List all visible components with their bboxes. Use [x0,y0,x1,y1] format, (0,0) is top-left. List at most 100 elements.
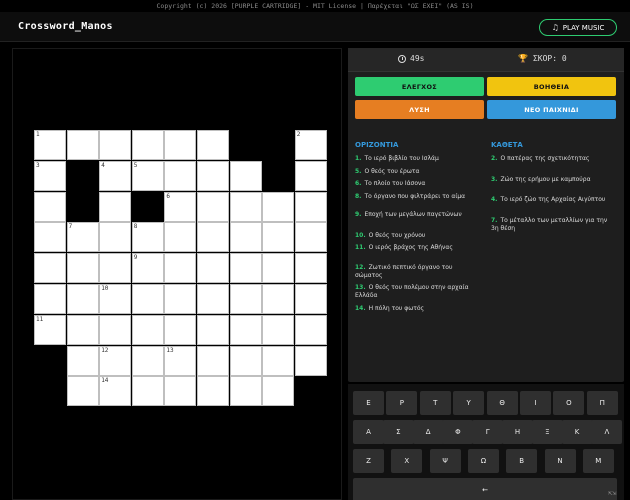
grid-cell[interactable] [294,222,327,253]
solve-button[interactable]: ΛΥΣΗ [355,100,484,119]
check-button[interactable]: ΕΛΕΓΧΟΣ [355,77,484,96]
grid-cell[interactable] [66,314,99,345]
grid-cell[interactable] [294,284,327,314]
grid-cell[interactable] [262,253,295,284]
grid-cell[interactable]: 4 [99,160,132,191]
grid-cell[interactable]: 2 [294,130,327,160]
grid-cell[interactable] [229,191,262,222]
grid-cell[interactable] [229,314,262,345]
keyboard-key[interactable]: Γ [472,420,504,444]
keyboard-key[interactable]: Υ [453,391,485,415]
keyboard-key[interactable]: Ο [553,391,585,415]
grid-cell[interactable] [262,345,295,376]
grid-cell[interactable]: 9 [131,253,164,284]
grid-cell[interactable] [99,314,132,345]
clue-item[interactable]: 6. Το πλοίο του Ιάσονα [355,180,479,188]
grid-cell[interactable] [197,284,229,314]
grid-cell[interactable]: 12 [99,345,132,376]
grid-cell[interactable]: 8 [131,222,164,253]
keyboard-key[interactable]: Τ [419,391,451,415]
grid-cell[interactable]: 11 [34,314,66,345]
grid-cell[interactable] [66,253,99,284]
clue-item[interactable]: 5. Ο θεός του έρωτα [355,168,479,176]
new-game-button[interactable]: ΝΕΟ ΠΑΙΧΝΙΔΙ [487,100,616,119]
keyboard-key[interactable]: Φ [442,420,474,444]
grid-cell[interactable] [164,376,197,407]
grid-cell[interactable] [164,253,197,284]
keyboard-key[interactable]: Χ [391,449,423,473]
grid-cell[interactable] [99,191,132,222]
keyboard-key[interactable]: Ξ [531,420,563,444]
grid-cell[interactable] [294,253,327,284]
grid-cell[interactable] [99,253,132,284]
clue-item[interactable]: 8. Το όργανο που φιλτράρει το αίμα [355,193,479,201]
grid-cell[interactable] [164,314,197,345]
grid-cell[interactable] [197,191,229,222]
keyboard-key[interactable]: Λ [591,420,623,444]
keyboard-key[interactable]: Ζ [353,449,384,473]
clue-item[interactable]: 12. Ζωτικό πεπτικό όργανο του σώματος [355,264,479,280]
grid-cell[interactable] [164,284,197,314]
clue-item[interactable]: 4. Το ιερό ζώο της Αρχαίας Αιγύπτου [491,196,616,204]
grid-cell[interactable] [229,160,262,191]
grid-cell[interactable] [197,253,229,284]
grid-cell[interactable] [229,376,262,407]
keyboard-key[interactable]: Ν [544,449,576,473]
grid-cell[interactable]: 3 [34,160,66,191]
grid-cell[interactable] [294,345,327,376]
grid-cell[interactable] [34,253,66,284]
grid-cell[interactable]: 7 [66,222,99,253]
grid-cell[interactable] [197,376,229,407]
grid-cell[interactable] [66,376,99,407]
keyboard-key[interactable]: Θ [486,391,518,415]
grid-cell[interactable]: 5 [131,160,164,191]
grid-cell[interactable] [66,130,99,160]
keyboard-key[interactable]: Ω [467,449,499,473]
grid-cell[interactable] [164,160,197,191]
keyboard-key[interactable]: Σ [382,420,414,444]
keyboard-key[interactable]: Ρ [386,391,418,415]
grid-cell[interactable]: 14 [99,376,132,407]
keyboard-key[interactable]: Ψ [429,449,461,473]
keyboard-key[interactable]: Α [353,420,384,444]
keyboard-key[interactable]: Ι [520,391,551,415]
keyboard-key[interactable]: Π [586,391,618,415]
grid-cell[interactable] [262,222,295,253]
keyboard-key[interactable]: Δ [412,420,444,444]
grid-cell[interactable]: 10 [99,284,132,314]
grid-cell[interactable] [131,345,164,376]
grid-cell[interactable] [197,160,229,191]
clue-item[interactable]: 1. Το ιερό βιβλίο του Ισλάμ [355,155,479,163]
grid-cell[interactable] [34,284,66,314]
grid-cell[interactable] [294,314,327,345]
keyboard-key[interactable]: Η [502,420,533,444]
grid-cell[interactable] [197,130,229,160]
play-music-button[interactable]: ♫ PLAY MUSIC [539,19,617,36]
grid-cell[interactable] [197,314,229,345]
grid-cell[interactable] [197,222,229,253]
grid-cell[interactable] [262,314,295,345]
grid-cell[interactable] [262,376,295,407]
grid-cell[interactable] [131,314,164,345]
clue-item[interactable]: 14. Η πόλη του φωτός [355,305,479,313]
keyboard-key[interactable]: Μ [582,449,614,473]
grid-cell[interactable] [131,284,164,314]
grid-cell[interactable] [229,253,262,284]
grid-cell[interactable] [294,191,327,222]
keyboard-key[interactable]: Ε [353,391,384,415]
grid-cell[interactable] [66,345,99,376]
grid-cell[interactable] [262,284,295,314]
grid-cell[interactable] [229,284,262,314]
grid-cell[interactable]: 1 [34,130,66,160]
clue-item[interactable]: 2. Ο πατέρας της σχετικότητας [491,155,616,163]
grid-cell[interactable] [131,130,164,160]
grid-cell[interactable] [229,222,262,253]
grid-cell[interactable] [99,130,132,160]
grid-cell[interactable] [229,345,262,376]
keyboard-key[interactable]: Β [506,449,538,473]
keyboard-key[interactable]: Κ [561,420,593,444]
clue-item[interactable]: 10. Ο θεός του χρόνου [355,232,479,240]
help-button[interactable]: ΒΟΗΘΕΙΑ [487,77,616,96]
grid-cell[interactable]: 6 [164,191,197,222]
clue-item[interactable]: 13. Ο θεός του πολέμου στην αρχαία Ελλάδα [355,284,479,300]
